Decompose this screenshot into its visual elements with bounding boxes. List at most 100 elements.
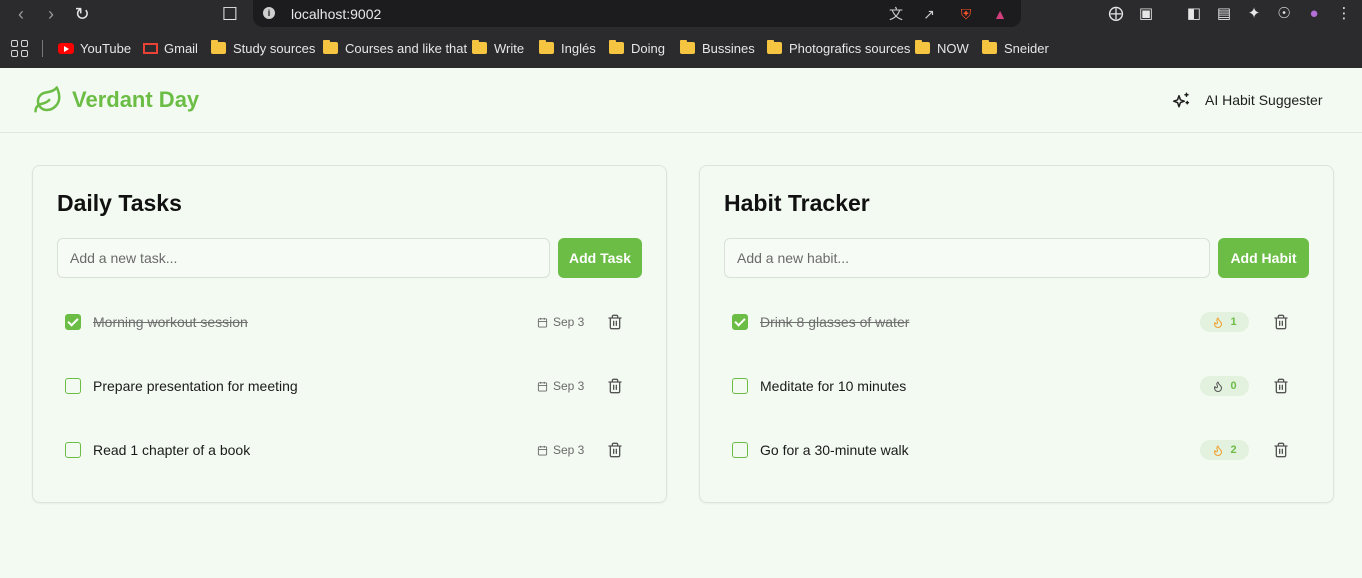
bookmark-folder-now[interactable]: NOW [915,39,969,57]
task-label: Morning workout session [93,314,248,330]
folder-icon [982,40,997,54]
habit-row: Drink 8 glasses of water 1 [724,300,1309,344]
habit-checkbox[interactable] [732,378,748,394]
trash-icon[interactable] [1273,378,1289,394]
reload-icon[interactable]: ↻ [72,4,92,24]
task-input[interactable] [57,238,550,278]
trash-icon[interactable] [607,378,623,394]
habit-label: Meditate for 10 minutes [760,378,907,394]
bookmark-label: Doing [631,40,665,56]
extensions-icon[interactable]: ⨁ [1106,4,1126,24]
bookmark-folder-write[interactable]: Write [472,39,524,57]
calendar-icon [537,381,548,392]
flame-icon [1214,445,1223,456]
task-checkbox[interactable] [65,442,81,458]
screenshot-icon[interactable]: ▣ [1136,4,1156,24]
wallet-icon[interactable]: ▤ [1214,4,1234,24]
bookmark-folder-photografics[interactable]: Photografics sources [767,39,910,57]
bookmark-label: Study sources [233,40,316,56]
bookmark-label: Courses and like that [345,40,468,56]
task-checkbox[interactable] [65,378,81,394]
bookmark-label: YouTube [80,40,132,56]
habit-label: Drink 8 glasses of water [760,314,910,330]
url-text[interactable]: localhost:9002 [291,6,381,22]
add-habit-button[interactable]: Add Habit [1218,238,1309,278]
folder-icon [767,40,782,54]
task-date-text: Sep 3 [553,443,585,457]
streak-count: 2 [1230,444,1237,456]
streak-badge: 0 [1200,376,1249,396]
bookmark-label: Bussines [702,40,755,56]
trash-icon[interactable] [1273,442,1289,458]
app-title: Verdant Day [72,87,200,112]
leaf-icon [34,86,61,113]
brave-shield-icon[interactable]: ⛨ [956,4,976,24]
translate-icon[interactable]: 文 [886,4,906,24]
ai-habit-suggester-button[interactable]: AI Habit Suggester [1165,86,1331,114]
bookmark-label: Inglés [561,40,596,56]
bookmark-icon[interactable]: ☐ [220,4,240,24]
apps-grid-icon[interactable] [11,40,28,57]
bookmarks-separator [42,40,43,57]
task-row: Prepare presentation for meeting Sep 3 [57,364,642,408]
sidebar-icon[interactable]: ◧ [1184,4,1204,24]
bookmark-label: NOW [937,40,969,56]
calendar-icon [537,445,548,456]
trash-icon[interactable] [607,442,623,458]
folder-icon [915,40,930,54]
leo-ai-icon[interactable]: ✦ [1244,4,1264,24]
back-icon[interactable]: ‹ [11,4,31,24]
bookmark-folder-courses[interactable]: Courses and like that [323,39,467,57]
folder-icon [609,40,624,54]
bookmark-youtube[interactable]: YouTube [58,39,131,57]
trash-icon[interactable] [1273,314,1289,330]
streak-count: 0 [1230,380,1237,392]
bookmark-gmail[interactable]: Gmail [143,39,198,57]
youtube-icon [58,42,74,54]
flame-icon [1214,317,1223,328]
folder-icon [323,40,338,54]
address-bar[interactable]: i localhost:9002 文 ↗ ⛨ ▲ [253,0,1021,27]
task-label: Read 1 chapter of a book [93,442,251,458]
folder-icon [472,40,487,54]
task-date: Sep 3 [537,315,584,329]
bookmark-label: Write [494,40,525,56]
task-date-text: Sep 3 [553,315,585,329]
folder-icon [211,40,226,54]
habit-checkbox[interactable] [732,314,748,330]
bookmark-label: Photografics sources [789,40,911,56]
tasks-title: Daily Tasks [57,190,182,216]
habits-title: Habit Tracker [724,190,870,216]
app-header: Verdant Day AI Habit Suggester [0,68,1362,133]
task-date: Sep 3 [537,379,584,393]
calendar-icon [537,317,548,328]
share-icon[interactable]: ↗ [919,4,939,24]
task-date-text: Sep 3 [553,379,585,393]
streak-badge: 1 [1200,312,1249,332]
brave-rewards-icon[interactable]: ▲ [990,4,1010,24]
add-task-button[interactable]: Add Task [558,238,642,278]
forward-icon[interactable]: › [41,4,61,24]
habit-row: Go for a 30-minute walk 2 [724,428,1309,472]
bookmark-folder-sneider[interactable]: Sneider [982,39,1049,57]
task-checkbox[interactable] [65,314,81,330]
bookmark-folder-ingles[interactable]: Inglés [539,39,596,57]
habit-input[interactable] [724,238,1210,278]
folder-icon [680,40,695,54]
bookmark-label: Sneider [1004,40,1049,56]
menu-icon[interactable]: ⋮ [1334,4,1354,24]
habit-label: Go for a 30-minute walk [760,442,909,458]
bookmark-folder-doing[interactable]: Doing [609,39,665,57]
trash-icon[interactable] [607,314,623,330]
task-date: Sep 3 [537,443,584,457]
ai-button-label: AI Habit Suggester [1205,92,1323,108]
sparkles-icon [1173,92,1190,108]
site-info-icon[interactable]: i [263,7,275,19]
bookmark-folder-study-sources[interactable]: Study sources [211,39,315,57]
habit-tracker-card: Habit Tracker Add Habit Drink 8 glasses … [699,165,1334,503]
bookmark-folder-bussines[interactable]: Bussines [680,39,755,57]
profile-icon[interactable]: ● [1304,4,1324,24]
habit-checkbox[interactable] [732,442,748,458]
vpn-icon[interactable]: ☉ [1274,4,1294,24]
task-label: Prepare presentation for meeting [93,378,298,394]
